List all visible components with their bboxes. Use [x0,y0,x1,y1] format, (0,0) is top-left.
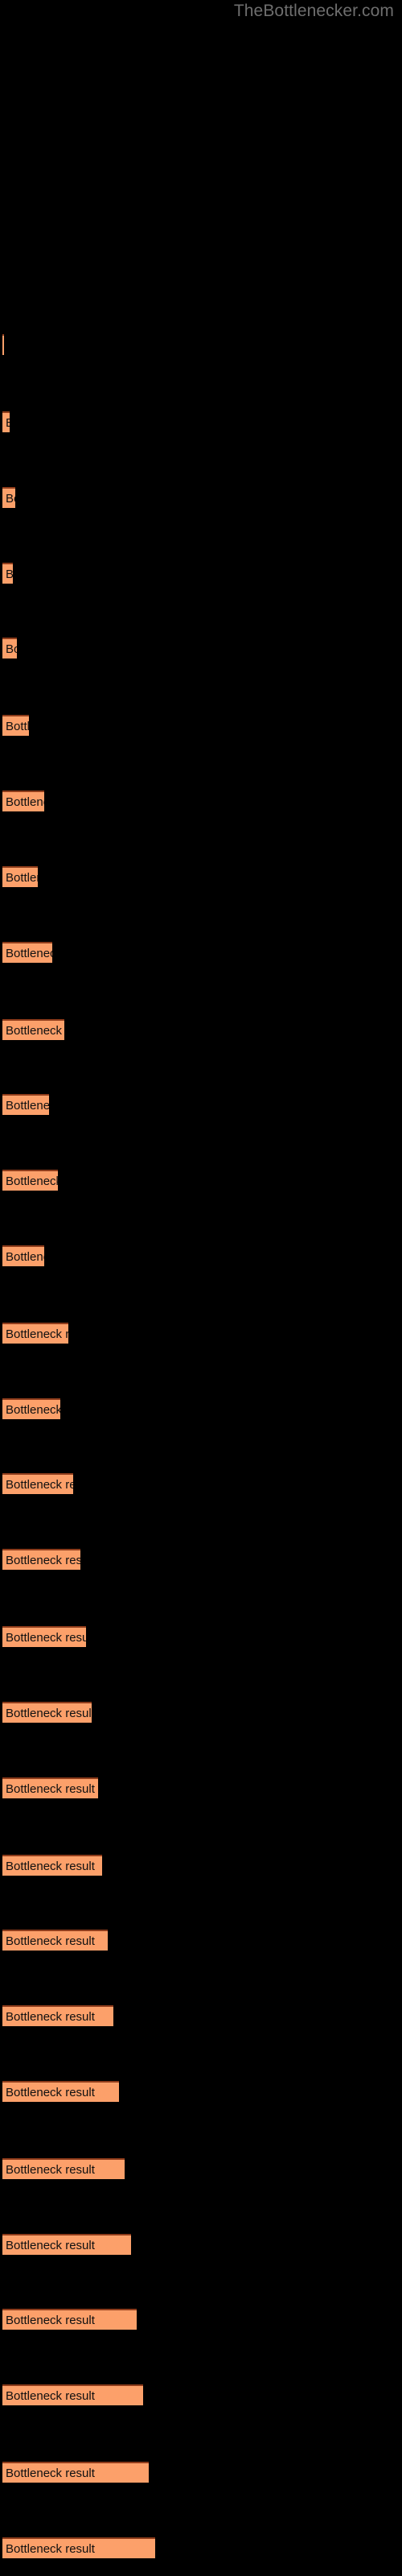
bar-row: Bottleneck result [0,1549,402,1571]
bar-row: Bottleneck result [0,1094,402,1117]
bar-label: Bottleneck result [6,568,13,580]
bar[interactable]: Bottleneck result [2,1777,98,1798]
bar[interactable]: Bottleneck result [2,2005,113,2027]
bar-label: Bottleneck result [6,1402,60,1417]
bar[interactable]: Bottleneck result [2,2080,119,2102]
bar-row: Bottleneck result [0,2462,402,2484]
bar[interactable]: Bottleneck result [2,486,15,508]
bar-row: Bottleneck result [0,638,402,660]
bar[interactable]: Bottleneck result [2,1170,58,1191]
bar-label: Bottleneck result [6,1023,64,1038]
bar[interactable]: Bottleneck result [2,715,29,737]
bar-label: Bottleneck result [6,2541,95,2556]
bar-label: Bottleneck result [6,1934,95,1949]
bar[interactable]: Bottleneck result [2,1322,68,1344]
bar-label: Bottleneck result [6,1174,58,1188]
bar[interactable]: Bottleneck result [2,1397,60,1419]
bar-label: Bottleneck result [6,1859,95,1873]
bar-row: Bottleneck result [0,1777,402,1800]
bar-label: Bottleneck result [6,1249,44,1264]
chart-plot-area: Bottleneck result Bottleneck result Bottle… [0,0,402,2576]
bar-row: Bottleneck result [0,411,402,434]
bar[interactable]: Bottleneck result [2,334,4,355]
bar-label: Bottleneck result [6,870,38,885]
bar[interactable]: Bottleneck result [2,562,13,584]
bar-label: Bottleneck result [6,720,29,734]
bar-row: Bottleneck result [0,334,402,357]
bar-row: Bottleneck result [0,1018,402,1042]
bar[interactable]: Bottleneck result [2,1473,73,1495]
bar-row: Bottleneck result [0,715,402,737]
bar-row: Bottleneck result [0,486,402,510]
bar[interactable]: Bottleneck result [2,1549,80,1571]
bar-label: Bottleneck result [6,1099,49,1113]
bar[interactable]: Bottleneck result [2,2157,125,2179]
bar[interactable]: Bottleneck result [2,1626,86,1648]
bar-row: Bottleneck result [0,791,402,813]
bar-row: Bottleneck result [0,562,402,585]
bar-row: Bottleneck result [0,1930,402,1952]
bar[interactable]: Bottleneck result [2,1930,108,1951]
bar-label: Bottleneck result [6,1781,95,1796]
bar-row: Bottleneck result [0,1397,402,1421]
bar-row: Bottleneck result [0,1170,402,1192]
bar-label: Bottleneck result [6,1553,80,1567]
bar[interactable]: Bottleneck result [2,1245,44,1266]
bar-row: Bottleneck result [0,2537,402,2560]
bar-label: Bottleneck result [6,2162,95,2177]
bar-label: Bottleneck result [6,2238,95,2252]
bar[interactable]: Bottleneck result [2,1018,64,1040]
bar-label: Bottleneck result [6,2009,95,2024]
bar[interactable]: Bottleneck result [2,865,38,887]
bar-row: Bottleneck result [0,1626,402,1649]
bar[interactable]: Bottleneck result [2,638,17,659]
bar-label: Bottleneck result [6,946,52,960]
bar[interactable]: Bottleneck result [2,2233,131,2255]
bar[interactable]: Bottleneck result [2,1701,92,1723]
bar[interactable]: Bottleneck result [2,1094,49,1116]
bar-label: Bottleneck result [6,2389,95,2404]
bar[interactable]: Bottleneck result [2,941,52,963]
bar-label: Bottleneck result [6,1706,92,1720]
bar-row: Bottleneck result [0,1473,402,1496]
bar[interactable]: Bottleneck result [2,2537,155,2558]
bar-row: Bottleneck result [0,2384,402,2407]
bar-row: Bottleneck result [0,2157,402,2181]
bar-row: Bottleneck result [0,865,402,889]
bar-chart-root: TheBottlenecker.com Bottleneck resultBot… [0,0,402,2576]
bar-label: Bottleneck result [6,642,17,657]
bar-label: Bottleneck result [6,2467,95,2481]
bar-row: Bottleneck result [0,1854,402,1877]
bar-row: Bottleneck result [0,1701,402,1724]
bar-row: Bottleneck result [0,1322,402,1345]
bar-label: Bottleneck result [6,1478,73,1492]
bar-label: Bottleneck result [6,491,15,506]
bar-label: Bottleneck result [6,1327,68,1341]
bar[interactable]: Bottleneck result [2,791,44,812]
bar-label: Bottleneck result [6,2085,95,2099]
bar-row: Bottleneck result [0,2005,402,2028]
bar-row: Bottleneck result [0,2080,402,2103]
bar[interactable]: Bottleneck result [2,411,10,432]
bar-row: Bottleneck result [0,2233,402,2256]
bar[interactable]: Bottleneck result [2,2309,137,2330]
bar-label: Bottleneck result [6,795,44,809]
bar[interactable]: Bottleneck result [2,1854,102,1876]
bar[interactable]: Bottleneck result [2,2384,143,2406]
bar-row: Bottleneck result [0,941,402,964]
bar-row: Bottleneck result [0,2309,402,2331]
bar-label: Bottleneck result [6,1630,86,1645]
bar-label: Bottleneck result [6,2314,95,2328]
bar[interactable]: Bottleneck result [2,2462,149,2483]
bar-row: Bottleneck result [0,1245,402,1268]
bar-label: Bottleneck result [6,417,10,429]
